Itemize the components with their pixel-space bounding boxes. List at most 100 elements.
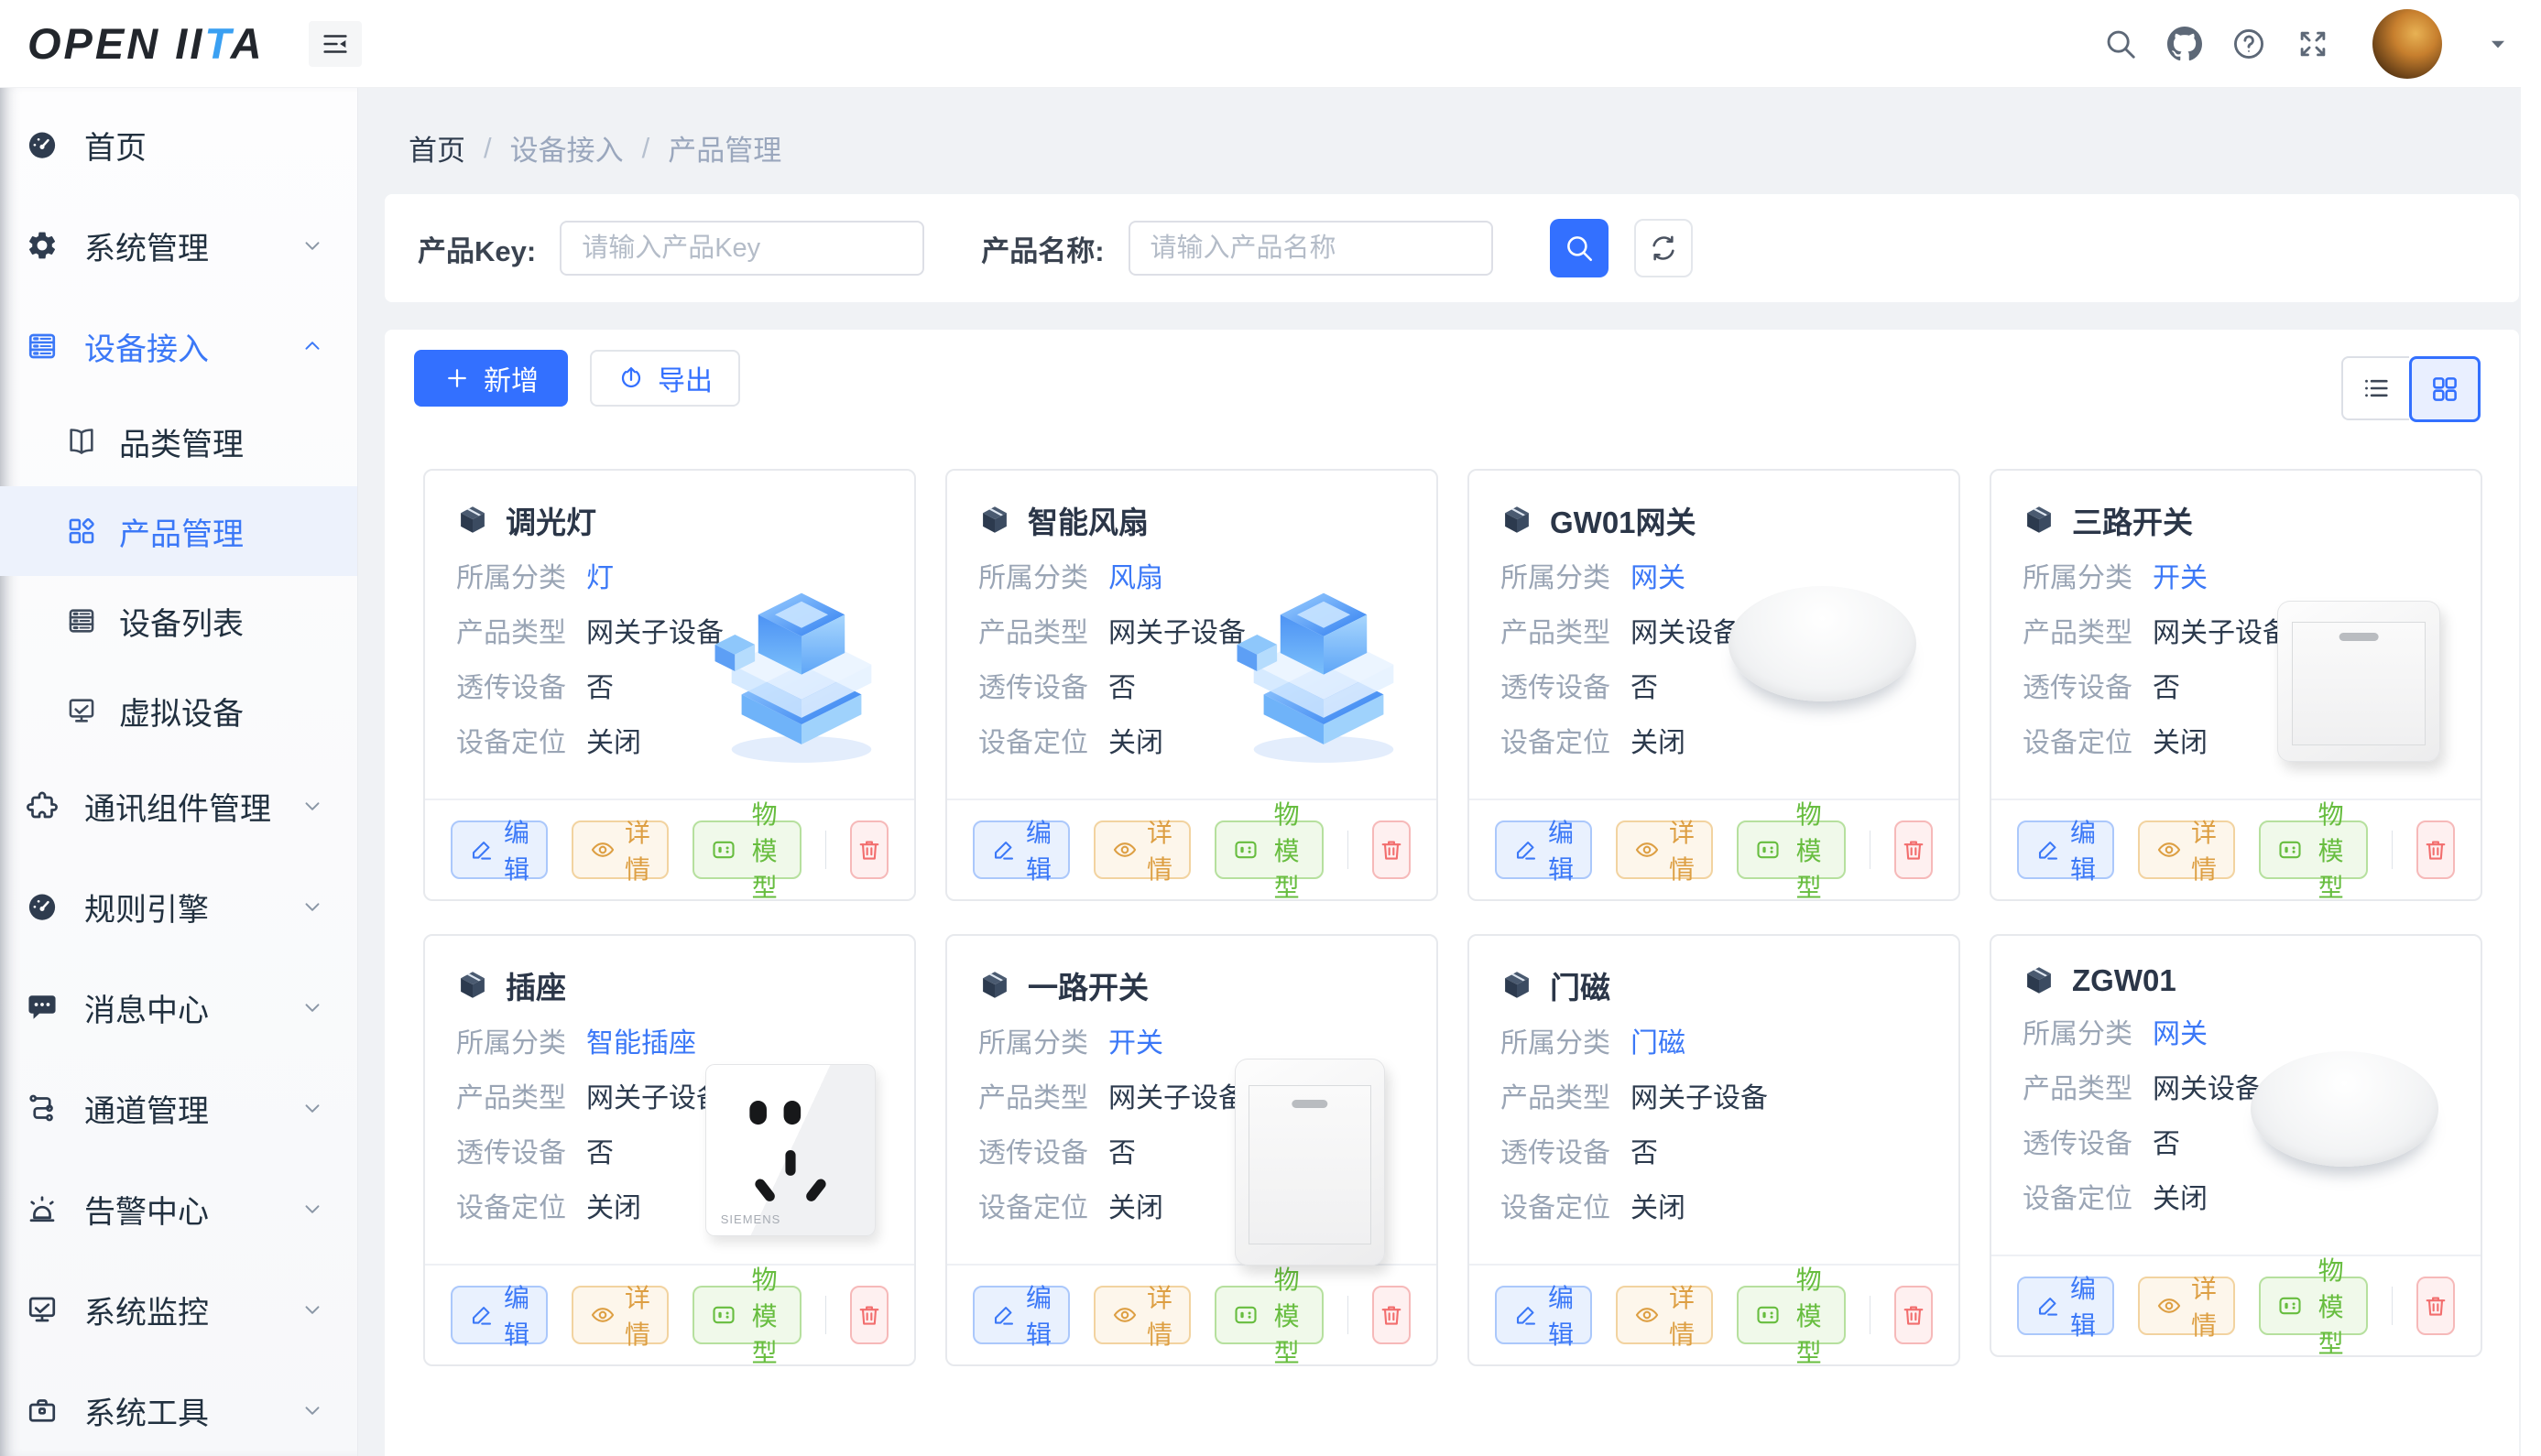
detail-button[interactable]: 详情 (1094, 820, 1191, 879)
actions-divider (2392, 831, 2393, 869)
grid-view-button[interactable] (2409, 356, 2481, 422)
product-type-label: 产品类型 (456, 615, 566, 652)
product-type-label: 产品类型 (978, 615, 1088, 652)
cube-icon (978, 969, 1011, 1002)
edit-button[interactable]: 编辑 (451, 1286, 548, 1344)
user-avatar[interactable] (2372, 9, 2442, 79)
github-icon[interactable] (2167, 27, 2202, 61)
trash-icon (2423, 837, 2448, 863)
product-card: 三路开关 所属分类 开关 产品类型 网关子设备 透传设备 否 设备定位 关闭 (1990, 469, 2482, 901)
product-type-value: 网关子设备 (586, 1081, 724, 1117)
passthrough-value: 否 (2153, 670, 2180, 707)
thing-model-button[interactable]: 物模型 (2259, 820, 2368, 879)
thing-model-button[interactable]: 物模型 (1737, 1286, 1846, 1344)
detail-button[interactable]: 详情 (572, 1286, 669, 1344)
cube-icon (2023, 964, 2056, 997)
sidebar-item-device-access[interactable]: 设备接入 (0, 296, 357, 397)
breadcrumb-item-home[interactable]: 首页 (409, 127, 465, 168)
plus-icon (443, 364, 471, 392)
add-button[interactable]: 新增 (414, 350, 568, 407)
delete-button[interactable] (1894, 820, 1933, 879)
product-key-input[interactable] (560, 221, 924, 276)
sidebar-collapse-button[interactable] (309, 21, 362, 67)
sidebar-item-channel-management[interactable]: 通道管理 (0, 1058, 357, 1158)
edit-button[interactable]: 编辑 (2017, 820, 2114, 879)
edit-label: 编辑 (1026, 1278, 1052, 1352)
sidebar-item-system-monitor[interactable]: 系统监控 (0, 1259, 357, 1360)
sidebar-item-system-tools[interactable]: 系统工具 (0, 1360, 357, 1456)
detail-button[interactable]: 详情 (1094, 1286, 1191, 1344)
detail-button[interactable]: 详情 (2138, 1277, 2235, 1335)
delete-button[interactable] (850, 820, 889, 879)
delete-button[interactable] (1894, 1286, 1933, 1344)
delete-button[interactable] (2416, 1277, 2455, 1335)
sidebar-item-label: 通道管理 (84, 1086, 209, 1131)
delete-button[interactable] (850, 1286, 889, 1344)
detail-button[interactable]: 详情 (2138, 820, 2235, 879)
thing-model-button[interactable]: 物模型 (1737, 820, 1846, 879)
product-type-value: 网关子设备 (1108, 1081, 1246, 1117)
product-type-label: 产品类型 (978, 1081, 1088, 1117)
category-link[interactable]: 开关 (1108, 1026, 1163, 1062)
sidebar-item-message-center[interactable]: 消息中心 (0, 957, 357, 1058)
product-name-input[interactable] (1129, 221, 1493, 276)
detail-button[interactable]: 详情 (1616, 820, 1713, 879)
thing-model-button[interactable]: 物模型 (2259, 1277, 2368, 1335)
category-link[interactable]: 风扇 (1108, 560, 1163, 597)
category-link[interactable]: 网关 (2153, 1016, 2208, 1053)
search-button[interactable] (1550, 219, 1609, 277)
thing-model-button[interactable]: 物模型 (1215, 1286, 1324, 1344)
positioning-value: 关闭 (2153, 725, 2208, 762)
category-link[interactable]: 门磁 (1630, 1026, 1685, 1062)
positioning-row: 设备定位 关闭 (978, 725, 1246, 762)
thing-model-button[interactable]: 物模型 (693, 1286, 802, 1344)
positioning-row: 设备定位 关闭 (2023, 1181, 2290, 1218)
sidebar-item-system-management[interactable]: 系统管理 (0, 195, 357, 296)
fullscreen-icon[interactable] (2296, 27, 2330, 61)
edit-button[interactable]: 编辑 (1495, 1286, 1592, 1344)
book-icon (66, 426, 97, 457)
thing-model-label: 物模型 (1790, 795, 1827, 901)
message-icon (26, 991, 59, 1024)
refresh-button[interactable] (1634, 219, 1693, 277)
category-link[interactable]: 网关 (1630, 560, 1685, 597)
sidebar-item-rule-engine[interactable]: 规则引擎 (0, 856, 357, 957)
question-icon[interactable] (2231, 27, 2266, 61)
delete-button[interactable] (1372, 1286, 1411, 1344)
edit-button[interactable]: 编辑 (973, 820, 1070, 879)
sidebar-item-product-management[interactable]: 产品管理 (0, 486, 357, 576)
edit-button[interactable]: 编辑 (973, 1286, 1070, 1344)
sidebar-item-alarm-center[interactable]: 告警中心 (0, 1158, 357, 1259)
caret-down-icon[interactable] (2486, 32, 2510, 56)
delete-button[interactable] (1372, 820, 1411, 879)
product-card-header: 三路开关 (2023, 498, 2449, 542)
detail-button[interactable]: 详情 (1616, 1286, 1713, 1344)
detail-button[interactable]: 详情 (572, 820, 669, 879)
product-info: 所属分类 灯 产品类型 网关子设备 透传设备 否 设备定位 关闭 (456, 560, 724, 762)
scrollbar[interactable] (2521, 87, 2541, 1456)
edit-button[interactable]: 编辑 (451, 820, 548, 879)
sidebar-item-virtual-device[interactable]: 虚拟设备 (0, 666, 357, 755)
cube-icon (456, 969, 489, 1002)
category-link[interactable]: 开关 (2153, 560, 2208, 597)
sidebar-item-category-management[interactable]: 品类管理 (0, 397, 357, 486)
passthrough-label: 透传设备 (456, 670, 566, 707)
sidebar-item-label: 消息中心 (84, 985, 209, 1030)
search-icon[interactable] (2103, 27, 2138, 61)
edit-button[interactable]: 编辑 (2017, 1277, 2114, 1335)
channel-icon (26, 1092, 59, 1125)
category-link[interactable]: 灯 (586, 560, 614, 597)
category-link[interactable]: 智能插座 (586, 1026, 696, 1062)
sidebar-item-home[interactable]: 首页 (0, 94, 357, 195)
model-icon (1233, 837, 1259, 863)
export-button[interactable]: 导出 (590, 350, 740, 407)
thing-model-button[interactable]: 物模型 (693, 820, 802, 879)
model-icon (2277, 1293, 2303, 1319)
list-view-button[interactable] (2341, 356, 2409, 420)
thing-model-button[interactable]: 物模型 (1215, 820, 1324, 879)
delete-button[interactable] (2416, 820, 2455, 879)
sidebar-item-comm-component-management[interactable]: 通讯组件管理 (0, 755, 357, 856)
grid-diamond-icon (66, 516, 97, 547)
edit-button[interactable]: 编辑 (1495, 820, 1592, 879)
sidebar-item-device-list[interactable]: 设备列表 (0, 576, 357, 666)
